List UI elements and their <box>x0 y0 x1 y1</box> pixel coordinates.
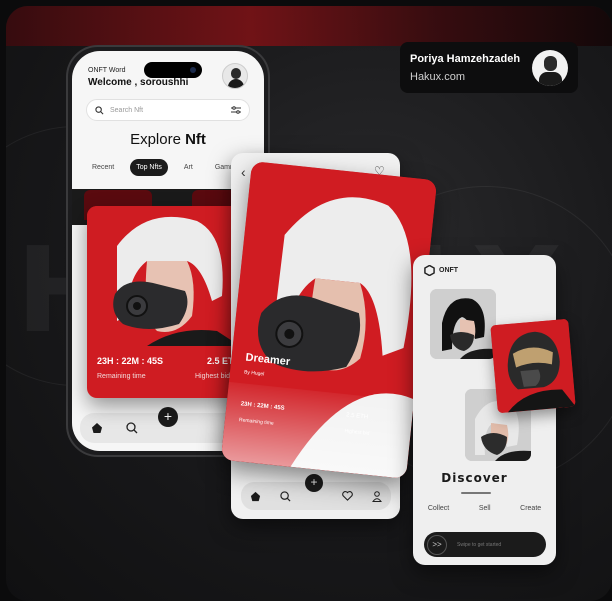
search-icon[interactable] <box>125 422 138 434</box>
feature-links: Collect Sell Create <box>413 505 556 512</box>
app-logo: ONFT <box>424 265 458 276</box>
nft-card-dreamer[interactable]: Dreamer By Hugel 23H : 22M : 45S Remaini… <box>220 161 438 479</box>
brand-label: ONFT Word <box>88 67 126 74</box>
page-title: Explore Nft <box>72 131 264 148</box>
search-input[interactable]: Search Nft <box>110 107 225 114</box>
search-icon <box>95 105 104 114</box>
nft-artwork <box>490 318 576 414</box>
discover-heading: Discover <box>441 471 508 485</box>
create-link[interactable]: Create <box>520 505 541 512</box>
heart-icon[interactable] <box>342 491 353 501</box>
title-light: Explore <box>130 131 181 148</box>
avatar <box>532 49 568 86</box>
swipe-to-start[interactable]: >> Swipe to get started <box>424 532 546 557</box>
add-button[interactable]: + <box>158 407 178 427</box>
profile-icon[interactable] <box>371 490 382 502</box>
filter-icon[interactable] <box>231 106 241 114</box>
onft-logo-icon <box>424 265 435 276</box>
nft-card-helmet[interactable] <box>490 318 576 414</box>
tab-recent[interactable]: Recent <box>86 159 120 176</box>
title-bold: Nft <box>185 131 206 148</box>
card-stats: 23H : 22M : 45S Remaining time 2.5 ETH H… <box>97 356 240 380</box>
welcome-text: Welcome , soroushhi <box>88 77 189 88</box>
divider <box>461 492 491 494</box>
back-icon[interactable]: ‹ <box>241 164 246 180</box>
nft-thumbnail[interactable] <box>430 289 496 359</box>
nft-card-featured[interactable]: 23H : 22M : 45S Remaining time 2.5 ETH H… <box>87 206 240 398</box>
red-glow <box>6 6 612 46</box>
search-bar[interactable]: Search Nft <box>86 99 250 121</box>
remaining-time-label: Remaining time <box>97 373 146 380</box>
author-name: Poriya Hamzehzadeh <box>410 52 521 65</box>
remaining-time-value: 23H : 22M : 45S <box>97 356 164 366</box>
add-button[interactable]: + <box>305 474 323 492</box>
author-site: Hakux.com <box>410 70 466 83</box>
nft-artwork <box>87 206 240 346</box>
home-icon[interactable] <box>250 491 261 502</box>
search-icon[interactable] <box>280 490 291 502</box>
author-card: Poriya Hamzehzadeh Hakux.com <box>400 42 578 93</box>
home-icon[interactable] <box>91 422 103 434</box>
tab-top-nfts[interactable]: Top Nfts <box>130 159 168 176</box>
app-logo-text: ONFT <box>439 267 459 274</box>
dynamic-island <box>144 62 202 78</box>
swipe-label: Swipe to get started <box>457 541 502 548</box>
collect-link[interactable]: Collect <box>428 505 449 512</box>
tab-art[interactable]: Art <box>178 159 199 176</box>
sell-link[interactable]: Sell <box>479 505 491 512</box>
double-chevron-icon[interactable]: >> <box>427 534 447 555</box>
category-tabs: Recent Top Nfts Art Gamming <box>86 159 251 176</box>
profile-avatar[interactable] <box>222 63 248 89</box>
